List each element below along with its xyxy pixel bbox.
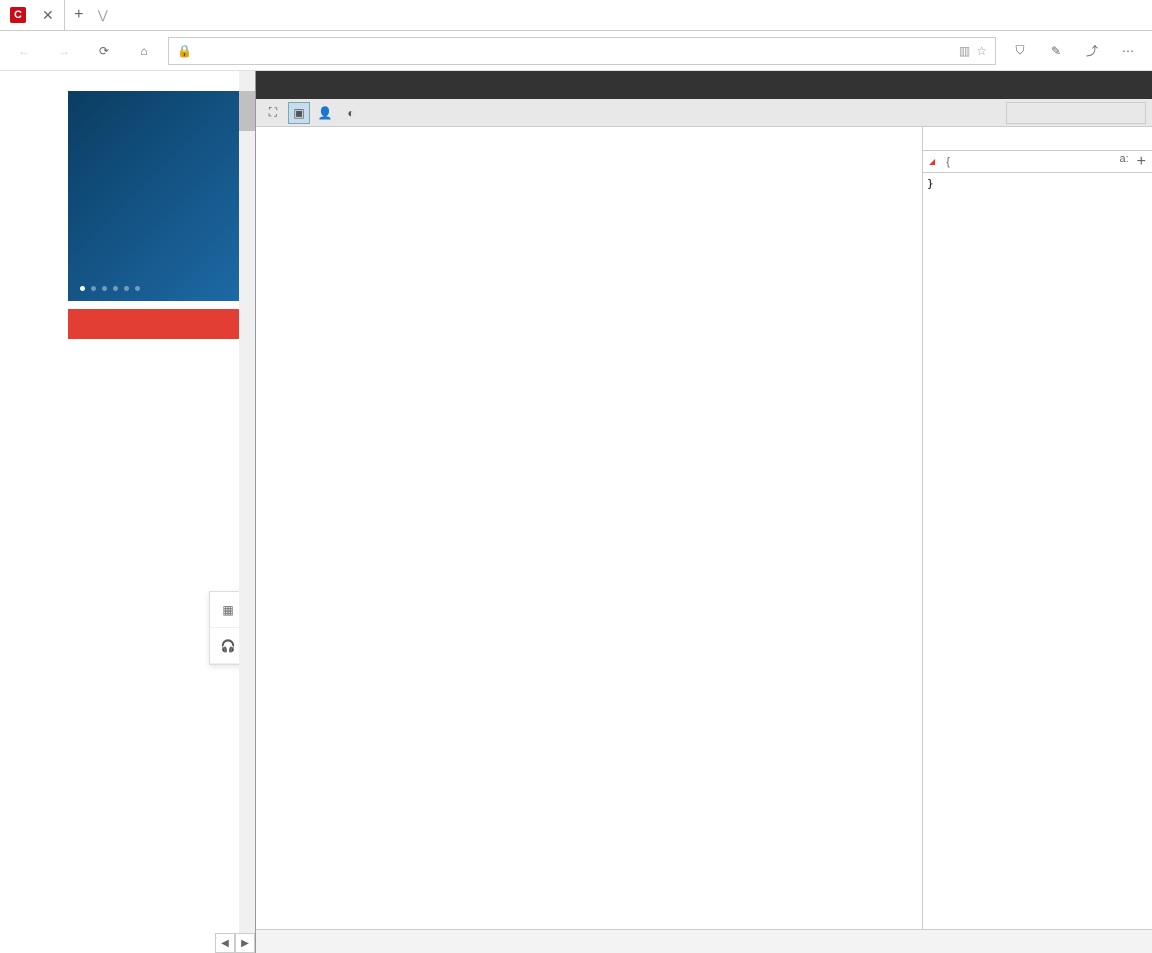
tab-overflow-icon[interactable]: ⋁ bbox=[93, 8, 113, 22]
browser-tab[interactable]: C ✕ bbox=[0, 0, 65, 30]
back-button[interactable]: ← bbox=[8, 35, 40, 67]
red-divider bbox=[68, 309, 255, 339]
share-icon[interactable]: ⤴ bbox=[1076, 35, 1108, 67]
scroll-left-button[interactable]: ◀ bbox=[215, 933, 235, 953]
styles-panel: ◢ { a:+ } bbox=[922, 127, 1152, 929]
pseudo-a-button[interactable]: a: bbox=[1119, 153, 1128, 171]
home-button[interactable]: ⌂ bbox=[128, 35, 160, 67]
devtools-tabs bbox=[256, 71, 1152, 99]
devtools: ⛶ ▣ 👤 ◐ ◢ { a:+ } bbox=[255, 71, 1152, 953]
add-rule-button[interactable]: + bbox=[1137, 153, 1146, 171]
csdn-nav bbox=[20, 75, 30, 83]
scroll-right-button[interactable]: ▶ bbox=[235, 933, 255, 953]
devtools-search[interactable] bbox=[1006, 102, 1146, 124]
url-box[interactable]: 🔒 ▥ ☆ bbox=[168, 37, 996, 65]
menu-icon[interactable]: ⋯ bbox=[1112, 35, 1144, 67]
styles-tabs bbox=[923, 127, 1152, 151]
window-close-button[interactable] bbox=[1106, 0, 1152, 30]
window-minimize-button[interactable] bbox=[1014, 0, 1060, 30]
close-icon[interactable]: ✕ bbox=[42, 7, 54, 24]
elements-tree[interactable] bbox=[256, 127, 922, 929]
styles-content[interactable]: } bbox=[923, 173, 1152, 929]
csdn-favicon-icon: C bbox=[10, 7, 26, 23]
new-tab-button[interactable]: + bbox=[65, 6, 93, 24]
styles-toolbar: ◢ { a:+ bbox=[923, 151, 1152, 173]
elements-breadcrumb bbox=[256, 929, 1152, 953]
page-scrollbar[interactable] bbox=[239, 71, 255, 933]
devtools-toolbar: ⛶ ▣ 👤 ◐ bbox=[256, 99, 1152, 127]
csdn-logo bbox=[0, 71, 20, 83]
titlebar: C ✕ + ⋁ bbox=[0, 0, 1152, 31]
favorites-icon[interactable]: ⛉ bbox=[1004, 35, 1036, 67]
addressbar: ← → ⟳ ⌂ 🔒 ▥ ☆ ⛉ ✎ ⤴ ⋯ bbox=[0, 31, 1152, 71]
lock-icon: 🔒 bbox=[177, 44, 192, 58]
color-picker-icon[interactable]: ◐ bbox=[340, 102, 362, 124]
favorite-icon[interactable]: ☆ bbox=[976, 44, 987, 58]
refresh-button[interactable]: ⟳ bbox=[88, 35, 120, 67]
forward-button[interactable]: → bbox=[48, 35, 80, 67]
page-content: ▦ 🎧 ◀▶ bbox=[0, 71, 255, 953]
window-maximize-button[interactable] bbox=[1060, 0, 1106, 30]
notes-icon[interactable]: ✎ bbox=[1040, 35, 1072, 67]
accessibility-icon[interactable]: 👤 bbox=[314, 102, 336, 124]
hero-dots[interactable] bbox=[80, 286, 140, 291]
reader-icon[interactable]: ▥ bbox=[959, 44, 970, 58]
hero-banner[interactable] bbox=[68, 91, 255, 301]
highlight-icon[interactable]: ▣ bbox=[288, 102, 310, 124]
inspect-icon[interactable]: ⛶ bbox=[262, 102, 284, 124]
inline-style-label: { bbox=[943, 156, 950, 168]
